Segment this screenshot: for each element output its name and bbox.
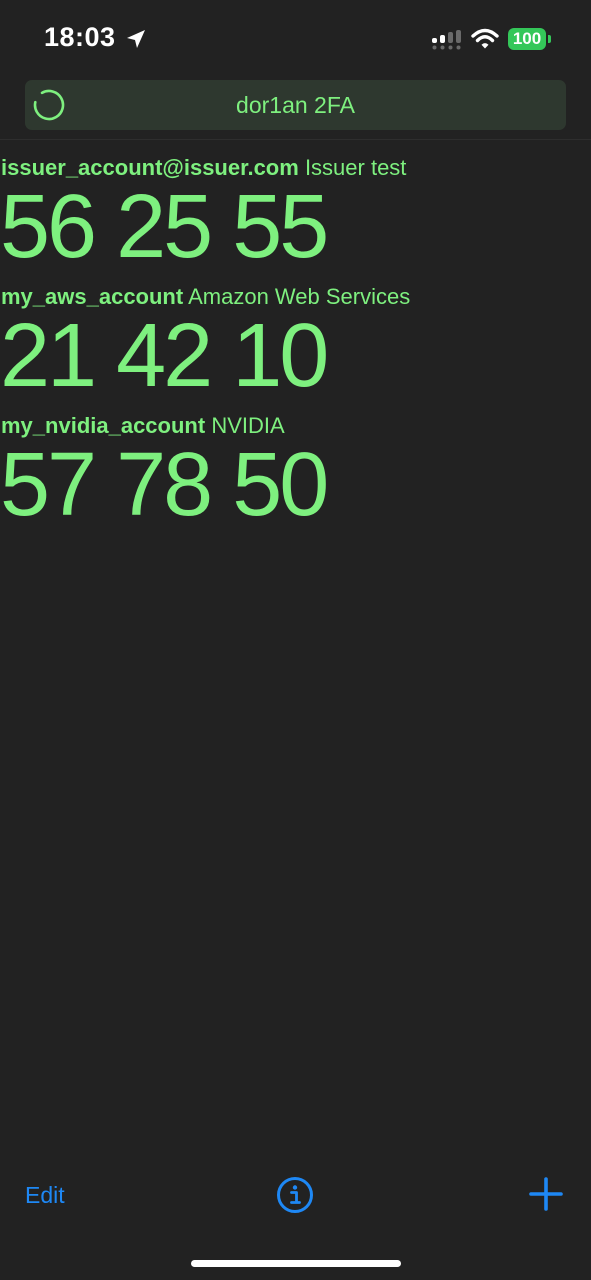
status-bar: 18:03 100	[0, 0, 591, 80]
edit-button[interactable]: Edit	[25, 1179, 65, 1211]
header-divider	[0, 139, 591, 140]
app-header: dor1an 2FA	[25, 80, 566, 130]
plus-icon[interactable]	[528, 1176, 564, 1212]
wifi-icon	[471, 28, 499, 49]
battery-tip	[548, 35, 551, 43]
otp-code[interactable]: 57 78 50	[0, 437, 329, 533]
otp-code[interactable]: 56 25 55	[0, 179, 329, 275]
home-indicator	[191, 1260, 401, 1267]
location-arrow-icon	[127, 30, 145, 48]
battery-level: 100	[508, 28, 546, 50]
account-item[interactable]: my_aws_account Amazon Web Services 21 42…	[0, 282, 591, 411]
app-screen: 18:03 100 dor1an 2FA issuer_account@issu…	[0, 0, 591, 1280]
account-list: issuer_account@issuer.com Issuer test 56…	[0, 153, 591, 540]
account-item[interactable]: my_nvidia_account NVIDIA 57 78 50	[0, 411, 591, 540]
battery-icon: 100	[508, 28, 551, 50]
app-title: dor1an 2FA	[236, 92, 355, 118]
otp-code[interactable]: 21 42 10	[0, 308, 329, 404]
circular-progress-icon	[33, 89, 65, 121]
cellular-signal-icon	[432, 30, 461, 50]
info-circle-icon[interactable]	[276, 1176, 314, 1214]
account-item[interactable]: issuer_account@issuer.com Issuer test 56…	[0, 153, 591, 282]
status-time: 18:03	[44, 22, 116, 52]
